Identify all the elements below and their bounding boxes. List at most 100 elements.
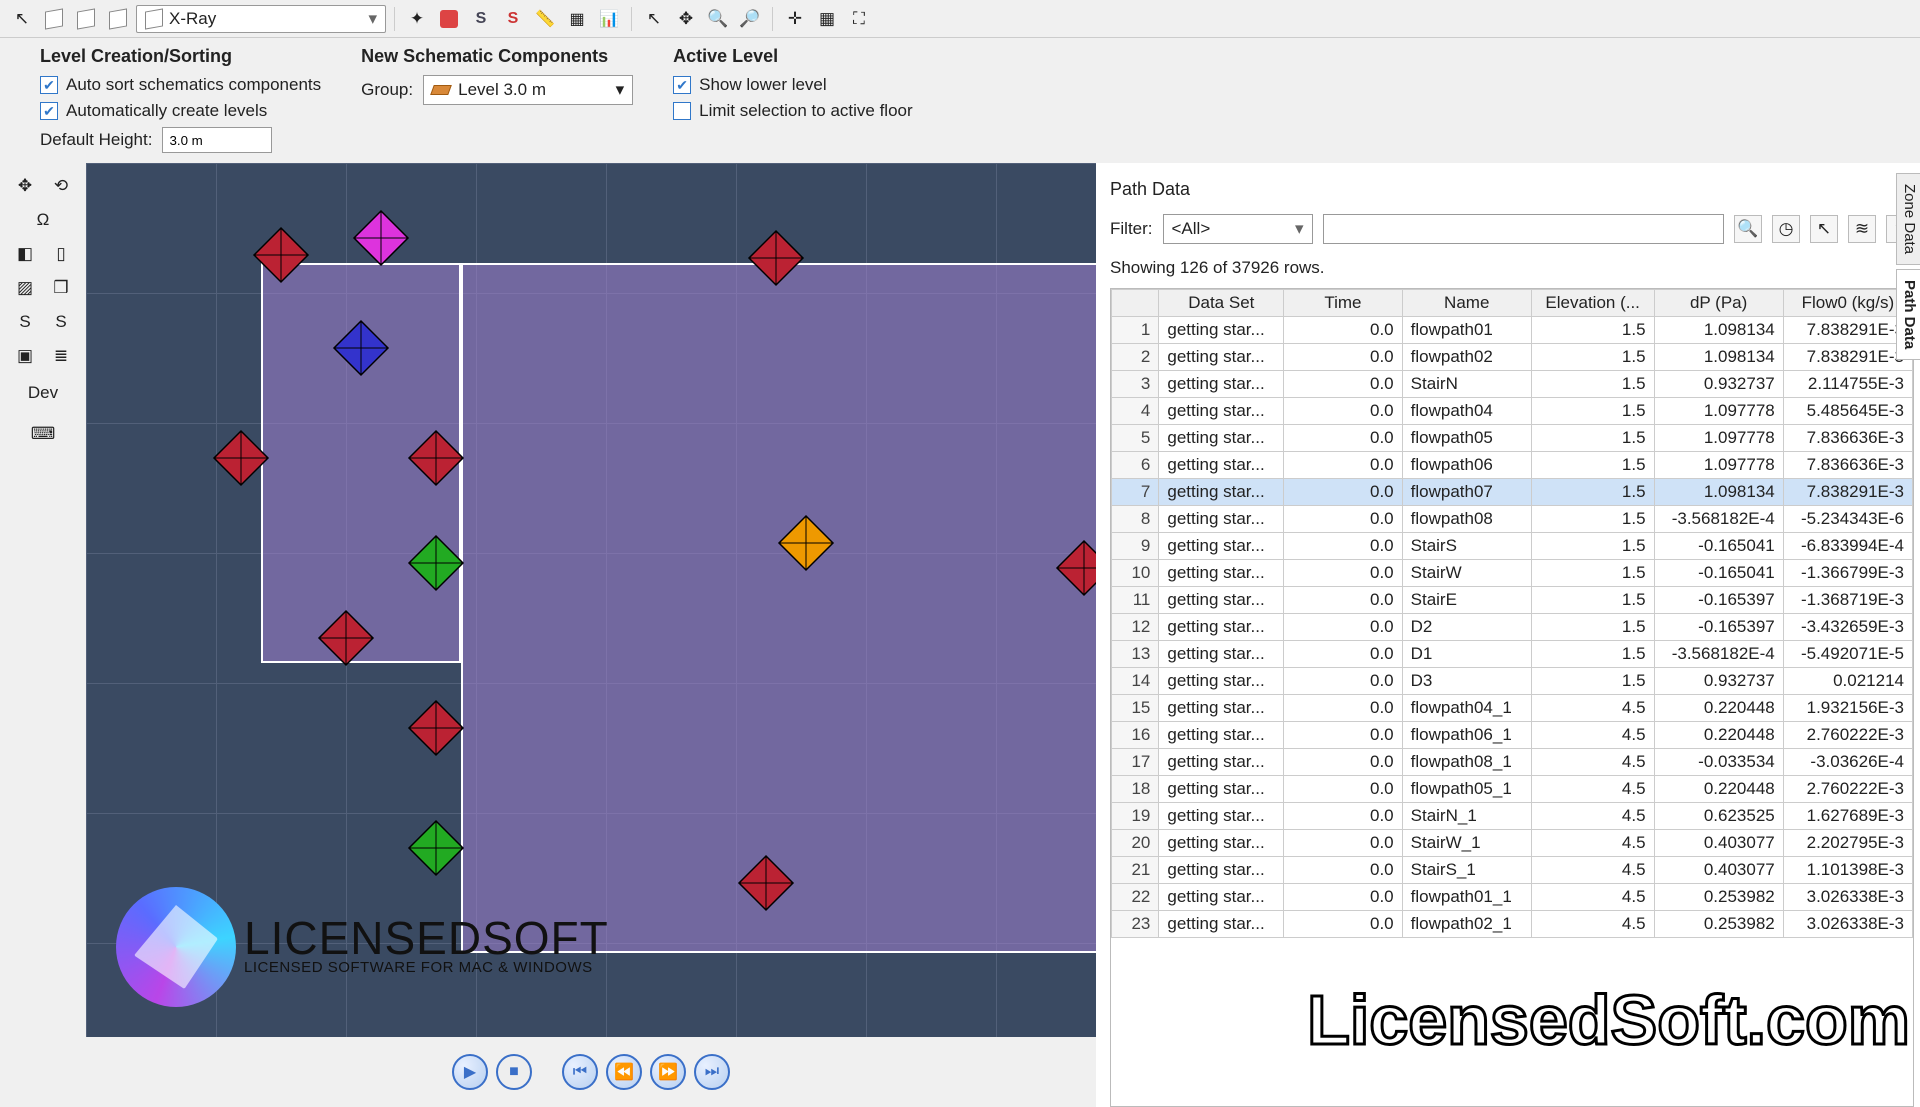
flow-node[interactable] [407, 534, 465, 592]
table-row[interactable]: 7getting star...0.0flowpath071.51.098134… [1112, 479, 1913, 506]
cell-dp: -0.165041 [1654, 560, 1783, 587]
forward-button[interactable]: ⏩ [650, 1054, 686, 1090]
cursor-icon[interactable]: ↖ [8, 5, 36, 33]
table-row[interactable]: 17getting star...0.0flowpath08_14.5-0.03… [1112, 749, 1913, 776]
filter-text-input[interactable] [1323, 214, 1725, 244]
limit-selection-checkbox[interactable] [673, 102, 691, 120]
box3d-icon[interactable]: ❒ [48, 275, 74, 301]
link-tool-icon[interactable]: Ω [30, 207, 56, 233]
table-row[interactable]: 6getting star...0.0flowpath061.51.097778… [1112, 452, 1913, 479]
add-box-icon[interactable]: ▦ [563, 5, 591, 33]
table-row[interactable]: 14getting star...0.0D31.50.9327370.02121… [1112, 668, 1913, 695]
zoom-icon[interactable]: 🔍 [704, 5, 732, 33]
tab-path-data[interactable]: Path Data [1896, 269, 1920, 360]
s-outline-icon[interactable]: S [467, 5, 495, 33]
default-height-input[interactable] [162, 127, 272, 153]
table-row[interactable]: 1getting star...0.0flowpath011.51.098134… [1112, 317, 1913, 344]
crosshair-icon[interactable]: ✛ [781, 5, 809, 33]
cube-side-icon[interactable] [72, 5, 100, 33]
grid-icon[interactable]: ▦ [813, 5, 841, 33]
snap-icon[interactable]: ✦ [403, 5, 431, 33]
table-row[interactable]: 19getting star...0.0StairN_14.50.6235251… [1112, 803, 1913, 830]
side-tabs: Zone Data Path Data [1896, 173, 1920, 364]
table-row[interactable]: 21getting star...0.0StairS_14.50.4030771… [1112, 857, 1913, 884]
flow-node[interactable] [1055, 539, 1096, 597]
zoom-region-icon[interactable]: 🔎 [736, 5, 764, 33]
flow-node[interactable] [407, 819, 465, 877]
show-lower-checkbox[interactable] [673, 76, 691, 94]
flow-node[interactable] [317, 609, 375, 667]
schematic-canvas[interactable]: LICENSEDSOFT LICENSED SOFTWARE FOR MAC &… [86, 163, 1096, 1037]
flow-node[interactable] [407, 699, 465, 757]
flow-node[interactable] [737, 854, 795, 912]
rotate-tool-icon[interactable]: ⟲ [48, 173, 74, 199]
view-mode-dropdown[interactable]: X-Ray ▾ [136, 5, 386, 33]
bars-icon[interactable]: ≣ [48, 343, 74, 369]
filter-dropdown[interactable]: <All> ▾ [1163, 214, 1313, 244]
rewind-button[interactable]: ⏪ [606, 1054, 642, 1090]
flow-node[interactable] [252, 226, 310, 284]
tab-zone-data[interactable]: Zone Data [1896, 173, 1920, 265]
table-row[interactable]: 12getting star...0.0D21.5-0.165397-3.432… [1112, 614, 1913, 641]
flow-node[interactable] [407, 429, 465, 487]
cube-iso-icon[interactable] [104, 5, 132, 33]
col-header[interactable]: dP (Pa) [1654, 290, 1783, 317]
stop-button[interactable]: ■ [496, 1054, 532, 1090]
ruler-icon[interactable]: 📏 [531, 5, 559, 33]
table-row[interactable]: 22getting star...0.0flowpath01_14.50.253… [1112, 884, 1913, 911]
table-row[interactable]: 4getting star...0.0flowpath041.51.097778… [1112, 398, 1913, 425]
col-header[interactable]: Name [1402, 290, 1531, 317]
s-fill-icon[interactable]: S [499, 5, 527, 33]
table-row[interactable]: 9getting star...0.0StairS1.5-0.165041-6.… [1112, 533, 1913, 560]
select-arrow-icon[interactable]: ↖ [640, 5, 668, 33]
auto-sort-checkbox[interactable] [40, 76, 58, 94]
insert-icon[interactable]: ▣ [12, 343, 38, 369]
flow-node[interactable] [332, 319, 390, 377]
col-header[interactable]: Flow0 (kg/s) [1783, 290, 1912, 317]
col-header[interactable]: Data Set [1159, 290, 1284, 317]
col-header[interactable]: Time [1284, 290, 1402, 317]
cube-front-icon[interactable] [40, 5, 68, 33]
table-row[interactable]: 8getting star...0.0flowpath081.5-3.56818… [1112, 506, 1913, 533]
hatch-icon[interactable]: ▨ [12, 275, 38, 301]
keyboard-icon[interactable]: ⌨ [30, 421, 56, 447]
molecule-icon[interactable] [435, 5, 463, 33]
table-row[interactable]: 5getting star...0.0flowpath051.51.097778… [1112, 425, 1913, 452]
table-row[interactable]: 16getting star...0.0flowpath06_14.50.220… [1112, 722, 1913, 749]
expand-icon[interactable]: ⛶ [845, 5, 873, 33]
play-button[interactable]: ▶ [452, 1054, 488, 1090]
shape-a-icon[interactable]: ◧ [12, 241, 38, 267]
flow-node[interactable] [777, 514, 835, 572]
move-tool-icon[interactable]: ✥ [12, 173, 38, 199]
group-dropdown[interactable]: Level 3.0 m ▾ [423, 75, 633, 105]
search-icon[interactable]: 🔍 [1734, 215, 1762, 243]
data-table-wrap[interactable]: Data SetTimeNameElevation (...dP (Pa)Flo… [1110, 288, 1914, 1107]
s-curve2-icon[interactable]: S [48, 309, 74, 335]
move-icon[interactable]: ✥ [672, 5, 700, 33]
cell-name: D3 [1402, 668, 1531, 695]
col-header[interactable]: Elevation (... [1531, 290, 1654, 317]
table-row[interactable]: 10getting star...0.0StairW1.5-0.165041-1… [1112, 560, 1913, 587]
skip-start-button[interactable]: ⏮ [562, 1054, 598, 1090]
chart-icon[interactable]: 📊 [595, 5, 623, 33]
table-row[interactable]: 2getting star...0.0flowpath021.51.098134… [1112, 344, 1913, 371]
table-row[interactable]: 23getting star...0.0flowpath02_14.50.253… [1112, 911, 1913, 938]
table-row[interactable]: 13getting star...0.0D11.5-3.568182E-4-5.… [1112, 641, 1913, 668]
row-num-header[interactable] [1112, 290, 1159, 317]
table-row[interactable]: 11getting star...0.0StairE1.5-0.165397-1… [1112, 587, 1913, 614]
clock-icon[interactable]: ◷ [1772, 215, 1800, 243]
table-row[interactable]: 20getting star...0.0StairW_14.50.4030772… [1112, 830, 1913, 857]
table-row[interactable]: 15getting star...0.0flowpath04_14.50.220… [1112, 695, 1913, 722]
auto-create-checkbox[interactable] [40, 102, 58, 120]
cell-time: 0.0 [1284, 803, 1402, 830]
skip-end-button[interactable]: ⏭ [694, 1054, 730, 1090]
table-row[interactable]: 18getting star...0.0flowpath05_14.50.220… [1112, 776, 1913, 803]
table-row[interactable]: 3getting star...0.0StairN1.50.9327372.11… [1112, 371, 1913, 398]
shape-b-icon[interactable]: ▯ [48, 241, 74, 267]
filter-icon[interactable]: ≋ [1848, 215, 1876, 243]
flow-node[interactable] [212, 429, 270, 487]
flow-node[interactable] [747, 229, 805, 287]
flow-node[interactable] [352, 209, 410, 267]
s-curve-icon[interactable]: S [12, 309, 38, 335]
pointer-icon[interactable]: ↖ [1810, 215, 1838, 243]
